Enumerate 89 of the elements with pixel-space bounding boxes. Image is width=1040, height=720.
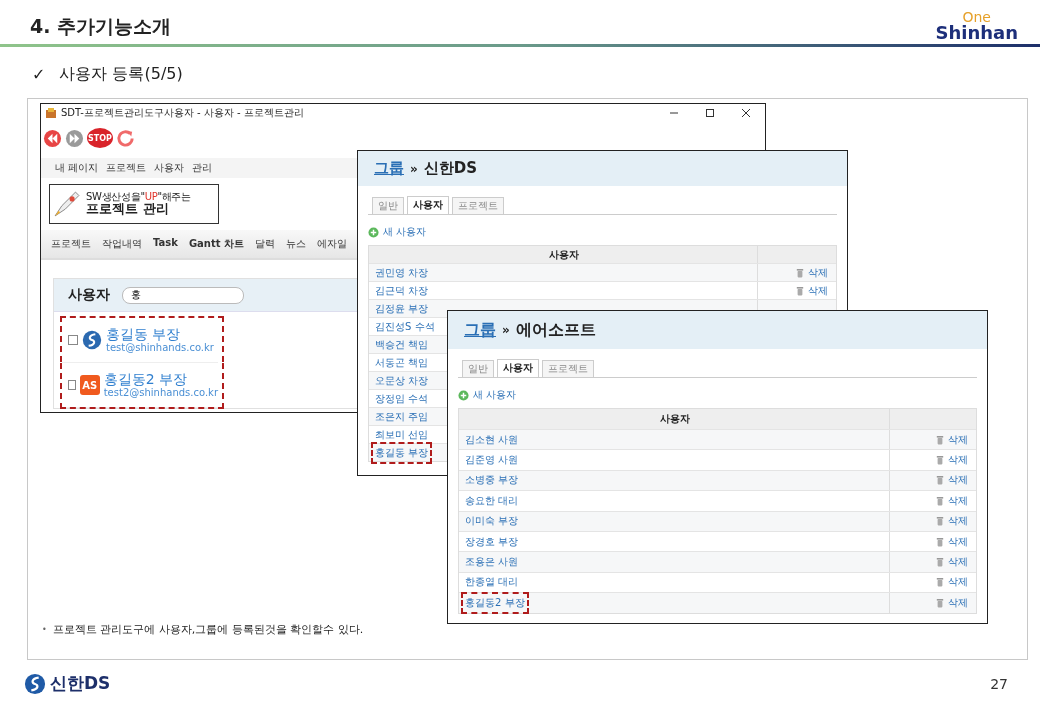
new-user-link[interactable]: 새 사용자 — [473, 388, 517, 402]
trash-icon — [936, 597, 944, 608]
user-name-link[interactable]: 한종열 대리 — [461, 571, 523, 594]
trash-icon — [936, 557, 944, 568]
footer-logo-text: 신한DS — [50, 672, 111, 695]
top-menu-link[interactable]: 사용자 — [154, 161, 185, 175]
new-user-link[interactable]: 새 사용자 — [383, 225, 427, 239]
panel-title: 사용자 — [68, 286, 110, 304]
user-name-link[interactable]: 홍길동 부장 — [106, 326, 214, 343]
maximize-icon[interactable] — [705, 108, 715, 118]
delete-link[interactable]: 삭제 — [948, 493, 968, 508]
trash-icon — [936, 516, 944, 527]
user-name-link[interactable]: 조용은 사원 — [461, 551, 523, 574]
delete-link[interactable]: 삭제 — [948, 555, 968, 570]
bullet: • — [42, 625, 47, 634]
tab[interactable]: 일반 — [372, 197, 404, 214]
user-name-link[interactable]: 송요한 대리 — [461, 489, 523, 512]
trash-icon — [936, 536, 944, 547]
top-menu-link[interactable]: 프로젝트 — [106, 161, 147, 175]
nav-link[interactable]: Task — [153, 237, 178, 251]
checkbox[interactable] — [68, 335, 78, 345]
nav-link[interactable]: 뉴스 — [286, 237, 306, 251]
user-name-link[interactable]: 홍길동2 부장 — [461, 591, 529, 614]
refresh-icon[interactable] — [116, 128, 135, 148]
delete-link[interactable]: 삭제 — [808, 283, 828, 298]
delete-link[interactable]: 삭제 — [948, 534, 968, 549]
nav-link[interactable]: 프로젝트 — [51, 237, 91, 251]
add-icon — [458, 389, 469, 401]
delete-link[interactable]: 삭제 — [948, 473, 968, 488]
trash-icon — [936, 455, 944, 466]
user-name-link[interactable]: 김소현 사원 — [461, 428, 523, 451]
slide-subtitle: 사용자 등록(5/5) — [59, 63, 183, 85]
user-name-link[interactable]: 홍길동2 부장 — [103, 371, 218, 388]
brand-logo-top: One — [962, 10, 991, 24]
top-menu-link[interactable]: 관리 — [192, 161, 213, 175]
slide-title: 4. 추가기능소개 — [30, 14, 172, 39]
delete-link[interactable]: 삭제 — [948, 575, 968, 590]
logo-title: 프로젝트 관리 — [86, 202, 169, 217]
tab[interactable]: 일반 — [462, 360, 494, 377]
user-name-link[interactable]: 김준영 사원 — [461, 449, 523, 472]
check-mark: ✓ — [32, 64, 46, 84]
user-name-link[interactable]: 소병중 부장 — [461, 469, 523, 492]
nav-link[interactable]: 달력 — [255, 237, 275, 251]
add-icon — [368, 226, 379, 238]
note-text: 프로젝트 관리도구에 사용자,그룹에 등록된것을 확인할수 있다. — [52, 622, 364, 637]
trash-icon — [936, 577, 944, 588]
tab[interactable]: 프로젝트 — [542, 360, 594, 377]
page-number: 27 — [990, 675, 1008, 692]
close-icon[interactable] — [741, 108, 751, 118]
stop-button[interactable]: STOP — [87, 128, 113, 148]
tab[interactable]: 사용자 — [497, 359, 539, 377]
breadcrumb-separator: » — [502, 323, 510, 337]
trash-icon — [936, 434, 944, 445]
delete-link[interactable]: 삭제 — [948, 595, 968, 610]
top-menu-link[interactable]: 내 페이지 — [55, 161, 99, 175]
trash-icon — [936, 495, 944, 506]
back-icon[interactable] — [43, 128, 62, 148]
user-email: test@shinhands.co.kr — [106, 342, 214, 354]
user-email: test2@shinhands.co.kr — [103, 387, 218, 399]
trash-icon — [796, 285, 804, 296]
app-icon — [45, 107, 57, 119]
breadcrumb-link[interactable]: 그룹 — [464, 319, 496, 341]
user-name-link[interactable]: 이미숙 부장 — [461, 510, 523, 533]
nav-link[interactable]: 에자일 — [317, 237, 347, 251]
trash-icon — [936, 475, 944, 486]
trash-icon — [796, 267, 804, 278]
delete-link[interactable]: 삭제 — [948, 453, 968, 468]
avatar-badge: AS — [79, 375, 100, 395]
globe-avatar-icon — [82, 330, 102, 350]
user-name-link[interactable]: 장경호 부장 — [461, 530, 523, 553]
delete-link[interactable]: 삭제 — [808, 265, 828, 280]
group-name: 에어소프트 — [515, 319, 596, 341]
nav-link[interactable]: Gantt 차트 — [188, 237, 244, 251]
search-field[interactable]: 홍 — [122, 286, 244, 304]
forward-icon[interactable] — [65, 128, 84, 148]
delete-link[interactable]: 삭제 — [948, 514, 968, 529]
user-name-link[interactable]: 홍길동 부장 — [371, 441, 433, 464]
tab[interactable]: 사용자 — [407, 196, 449, 214]
nav-link[interactable]: 작업내역 — [102, 237, 142, 251]
globe-logo-icon — [24, 672, 46, 695]
breadcrumb-separator: » — [410, 161, 418, 176]
breadcrumb-link[interactable]: 그룹 — [374, 159, 404, 178]
logo-tagline: SW생산성을"UP"해주는 — [86, 191, 191, 203]
window-title: SDT-프로젝트관리도구사용자 - 사용자 - 프로젝트관리 — [61, 106, 305, 120]
group-name: 신한DS — [423, 159, 478, 178]
brand-logo-bottom: Shinhan — [935, 24, 1018, 44]
checkbox[interactable] — [68, 380, 76, 390]
delete-link[interactable]: 삭제 — [948, 432, 968, 447]
tab[interactable]: 프로젝트 — [452, 197, 504, 214]
